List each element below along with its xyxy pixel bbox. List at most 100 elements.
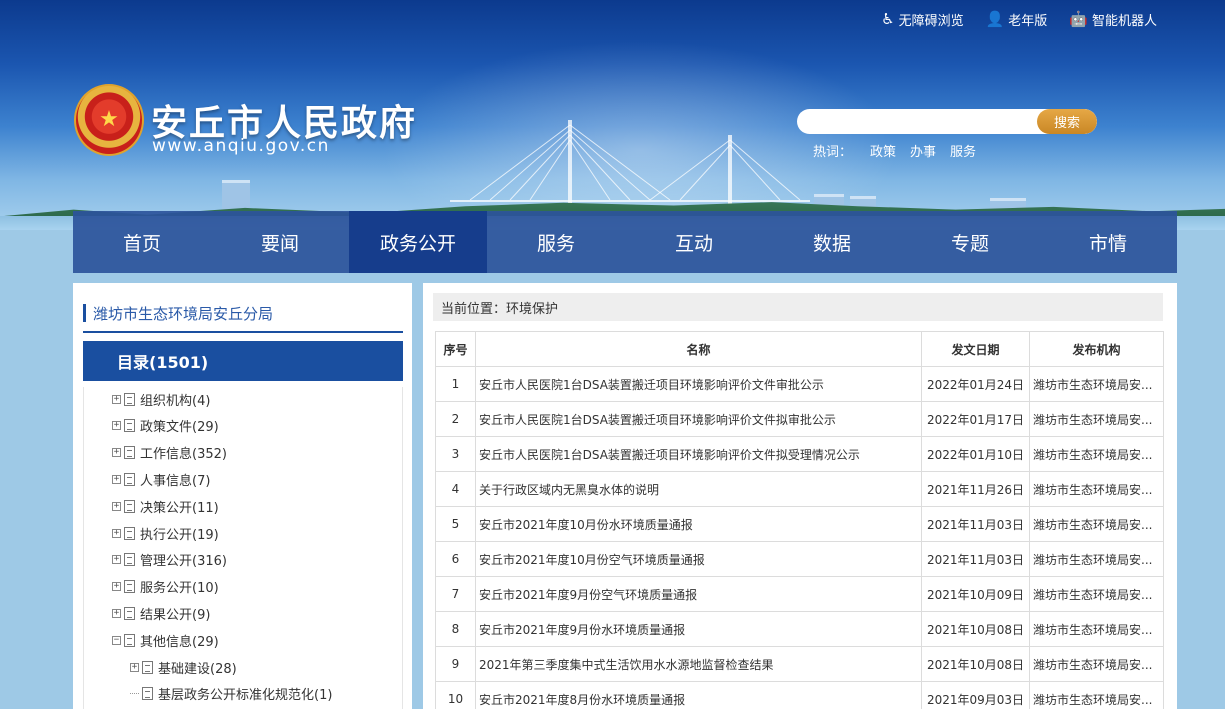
tree-connector xyxy=(130,693,139,695)
row-number: 10 xyxy=(435,681,476,709)
tree-node[interactable]: + 人事信息(7) xyxy=(112,469,210,489)
publisher: 潍坊市生态环境局安... xyxy=(1029,401,1164,437)
tree-node[interactable]: 基层政务公开标准化规范化(1) xyxy=(130,684,332,704)
hot-word-link[interactable]: 政策 xyxy=(870,141,896,160)
row-number: 8 xyxy=(435,611,476,647)
hot-word-link[interactable]: 服务 xyxy=(950,141,976,160)
site-url: www.anqiu.gov.cn xyxy=(152,136,330,156)
content-panel: 当前位置：环境保护 序号 名称 发文日期 发布机构 1 安丘市人民医院1台DSA装… xyxy=(423,283,1177,709)
sidebar: 潍坊市生态环境局安丘分局 目录(1501) + 组织机构(4) + 政策文件(29) +… xyxy=(73,283,412,709)
tree-node[interactable]: − 其他信息(29) xyxy=(112,630,219,650)
national-emblem-logo[interactable]: ★ xyxy=(74,84,144,156)
expand-icon[interactable]: + xyxy=(112,555,121,565)
tree-node[interactable]: + 组织机构(4) xyxy=(112,389,210,409)
tree-node[interactable]: + 管理公开(316) xyxy=(112,550,227,570)
expand-icon[interactable]: + xyxy=(112,394,121,404)
publisher: 潍坊市生态环境局安... xyxy=(1029,611,1164,647)
column-header-org: 发布机构 xyxy=(1029,331,1164,367)
tree-node[interactable]: + 执行公开(19) xyxy=(112,523,219,543)
publisher: 潍坊市生态环境局安... xyxy=(1029,366,1164,402)
publish-date: 2021年11月03日 xyxy=(921,506,1030,542)
nav-item-news[interactable]: 要闻 xyxy=(211,211,349,273)
tree-node-label: 服务公开(10) xyxy=(140,581,219,597)
nav-item-gov-affairs[interactable]: 政务公开 xyxy=(349,211,487,273)
collapse-icon[interactable]: − xyxy=(112,635,121,645)
document-title-link[interactable]: 安丘市2021年度9月份水环境质量通报 xyxy=(475,611,922,647)
document-title-link[interactable]: 安丘市2021年度10月份水环境质量通报 xyxy=(475,506,922,542)
expand-icon[interactable]: + xyxy=(112,501,121,511)
row-number: 4 xyxy=(435,471,476,507)
tree-node-label: 基础建设(28) xyxy=(158,661,237,677)
document-title-link[interactable]: 关于行政区域内无黑臭水体的说明 xyxy=(475,471,922,507)
robot-link-label: 智能机器人 xyxy=(1091,14,1157,29)
expand-icon[interactable]: + xyxy=(130,662,139,672)
nav-item-services[interactable]: 服务 xyxy=(487,211,625,273)
tree-node[interactable]: + 基础建设(28) xyxy=(130,657,237,677)
expand-icon[interactable]: + xyxy=(112,421,121,431)
row-number: 2 xyxy=(435,401,476,437)
document-title-link[interactable]: 安丘市2021年度8月份水环境质量通报 xyxy=(475,681,922,709)
row-number: 6 xyxy=(435,541,476,577)
department-title: 潍坊市生态环境局安丘分局 xyxy=(83,295,403,333)
table-row: 1 安丘市人民医院1台DSA装置搬迁项目环境影响评价文件审批公示 2022年01月2… xyxy=(435,366,1164,402)
publish-date: 2021年10月09日 xyxy=(921,576,1030,612)
document-title-link[interactable]: 2021年第三季度集中式生活饮用水水源地监督检查结果 xyxy=(475,646,922,682)
expand-icon[interactable]: + xyxy=(112,528,121,538)
tree-node[interactable]: + 服务公开(10) xyxy=(112,577,219,597)
expand-icon[interactable]: + xyxy=(112,474,121,484)
expand-icon[interactable]: + xyxy=(112,582,121,592)
tree-node-label: 人事信息(7) xyxy=(140,473,211,489)
main-nav: 首页 要闻 政务公开 服务 互动 数据 专题 市情 xyxy=(73,211,1177,273)
table-row: 7 安丘市2021年度9月份空气环境质量通报 2021年10月09日 潍坊市生态环境局… xyxy=(435,576,1164,612)
tree-node[interactable]: + 工作信息(352) xyxy=(112,443,227,463)
table-row: 8 安丘市2021年度9月份水环境质量通报 2021年10月08日 潍坊市生态环境局安… xyxy=(435,611,1164,647)
nav-item-home[interactable]: 首页 xyxy=(73,211,211,273)
tree-node-label: 组织机构(4) xyxy=(140,393,211,409)
row-number: 5 xyxy=(435,506,476,542)
tree-node-label: 其他信息(29) xyxy=(140,634,219,650)
table-row: 5 安丘市2021年度10月份水环境质量通报 2021年11月03日 潍坊市生态环境局… xyxy=(435,506,1164,542)
table-row: 2 安丘市人民医院1台DSA装置搬迁项目环境影响评价文件拟审批公示 2022年01月… xyxy=(435,401,1164,437)
hot-word-link[interactable]: 办事 xyxy=(910,141,936,160)
document-title-link[interactable]: 安丘市人民医院1台DSA装置搬迁项目环境影响评价文件拟审批公示 xyxy=(475,401,922,437)
publish-date: 2021年10月08日 xyxy=(921,646,1030,682)
document-table: 序号 名称 发文日期 发布机构 1 安丘市人民医院1台DSA装置搬迁项目环境影响评… xyxy=(435,331,1164,709)
tree-node[interactable]: + 政策文件(29) xyxy=(112,416,219,436)
publisher: 潍坊市生态环境局安... xyxy=(1029,576,1164,612)
accessibility-link[interactable]: ♿ 无障碍浏览 xyxy=(881,10,963,30)
hot-words: 热词： 政策 办事 服务 xyxy=(813,141,976,160)
document-icon xyxy=(124,553,135,567)
nav-item-interaction[interactable]: 互动 xyxy=(625,211,763,273)
row-number: 7 xyxy=(435,576,476,612)
document-icon xyxy=(124,580,135,594)
document-title-link[interactable]: 安丘市人民医院1台DSA装置搬迁项目环境影响评价文件拟受理情况公示 xyxy=(475,436,922,472)
publisher: 潍坊市生态环境局安... xyxy=(1029,646,1164,682)
robot-link[interactable]: 🤖 智能机器人 xyxy=(1069,10,1157,30)
publisher: 潍坊市生态环境局安... xyxy=(1029,506,1164,542)
wheelchair-icon: ♿ xyxy=(881,10,895,28)
publisher: 潍坊市生态环境局安... xyxy=(1029,681,1164,709)
elderly-version-link[interactable]: 👤 老年版 xyxy=(986,10,1048,30)
nav-item-topics[interactable]: 专题 xyxy=(901,211,1039,273)
catalog-header[interactable]: 目录(1501) xyxy=(83,341,403,381)
tree-node-label: 结果公开(9) xyxy=(140,607,211,623)
document-icon xyxy=(124,633,135,647)
tree-node-label: 工作信息(352) xyxy=(140,447,227,463)
search-button[interactable]: 搜索 xyxy=(1037,109,1097,134)
expand-icon[interactable]: + xyxy=(112,608,121,618)
document-title-link[interactable]: 安丘市2021年度10月份空气环境质量通报 xyxy=(475,541,922,577)
publisher: 潍坊市生态环境局安... xyxy=(1029,471,1164,507)
hot-words-label: 热词： xyxy=(813,145,853,160)
top-utility-links: ♿ 无障碍浏览 👤 老年版 🤖 智能机器人 xyxy=(881,10,1157,30)
expand-icon[interactable]: + xyxy=(112,448,121,458)
search-input[interactable] xyxy=(797,109,1037,134)
document-title-link[interactable]: 安丘市2021年度9月份空气环境质量通报 xyxy=(475,576,922,612)
document-icon xyxy=(124,499,135,513)
nav-item-city-info[interactable]: 市情 xyxy=(1039,211,1177,273)
nav-item-data[interactable]: 数据 xyxy=(763,211,901,273)
tree-node[interactable]: + 决策公开(11) xyxy=(112,496,219,516)
tree-node[interactable]: + 结果公开(9) xyxy=(112,603,210,623)
document-title-link[interactable]: 安丘市人民医院1台DSA装置搬迁项目环境影响评价文件审批公示 xyxy=(475,366,922,402)
row-number: 9 xyxy=(435,646,476,682)
table-row: 4 关于行政区域内无黑臭水体的说明 2021年11月26日 潍坊市生态环境局安... xyxy=(435,471,1164,507)
